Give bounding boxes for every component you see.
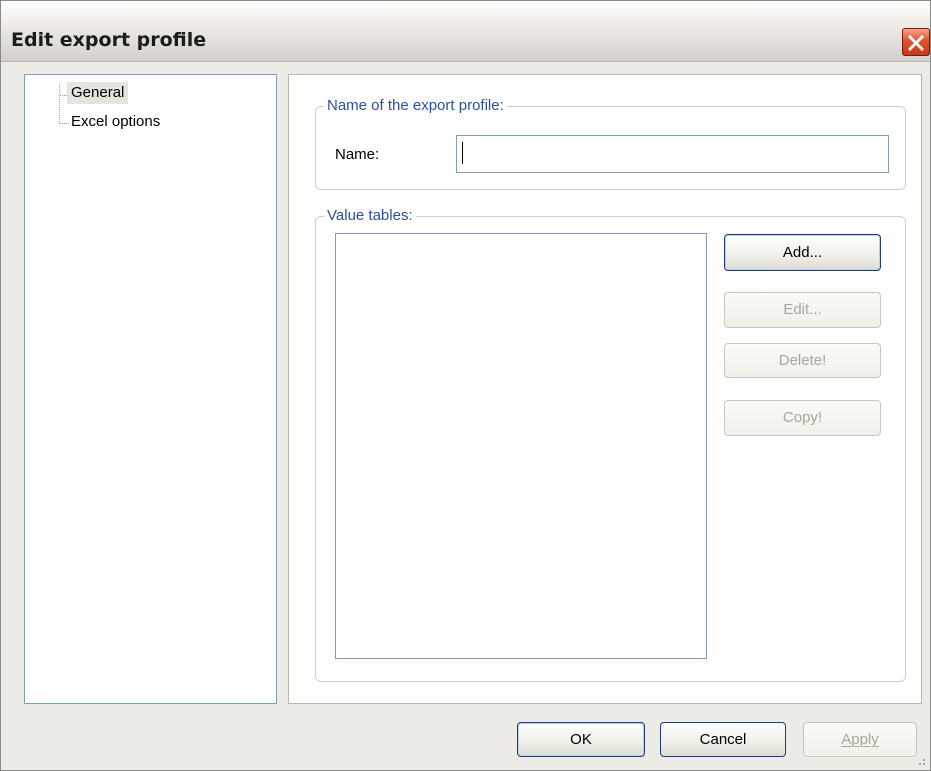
apply-button[interactable]: Apply [803,722,917,757]
close-button[interactable] [902,28,930,56]
close-icon [908,35,924,51]
apply-button-label: Apply [841,731,879,748]
settings-panel: Name of the export profile: Name: Value … [288,74,922,704]
add-button[interactable]: Add... [724,234,881,271]
value-tables-legend: Value tables: [324,207,416,225]
ok-button[interactable]: OK [517,722,645,757]
dialog-window: Edit export profile General Excel option… [0,0,931,771]
title-bar[interactable]: Edit export profile [1,1,930,62]
value-tables-list[interactable] [335,233,707,659]
window-title: Edit export profile [11,29,207,51]
copy-button[interactable]: Copy! [724,400,881,436]
name-input[interactable] [456,135,889,173]
tree-item-general[interactable]: General [67,82,129,104]
cancel-button[interactable]: Cancel [660,722,786,757]
edit-button[interactable]: Edit... [724,292,881,328]
text-caret [462,142,463,164]
name-group-legend: Name of the export profile: [324,97,507,115]
tree-item-excel-options[interactable]: Excel options [67,111,164,133]
resize-grip-icon[interactable] [913,753,927,767]
navigation-tree[interactable]: General Excel options [24,74,277,704]
delete-button[interactable]: Delete! [724,343,881,378]
name-label: Name: [335,146,380,163]
